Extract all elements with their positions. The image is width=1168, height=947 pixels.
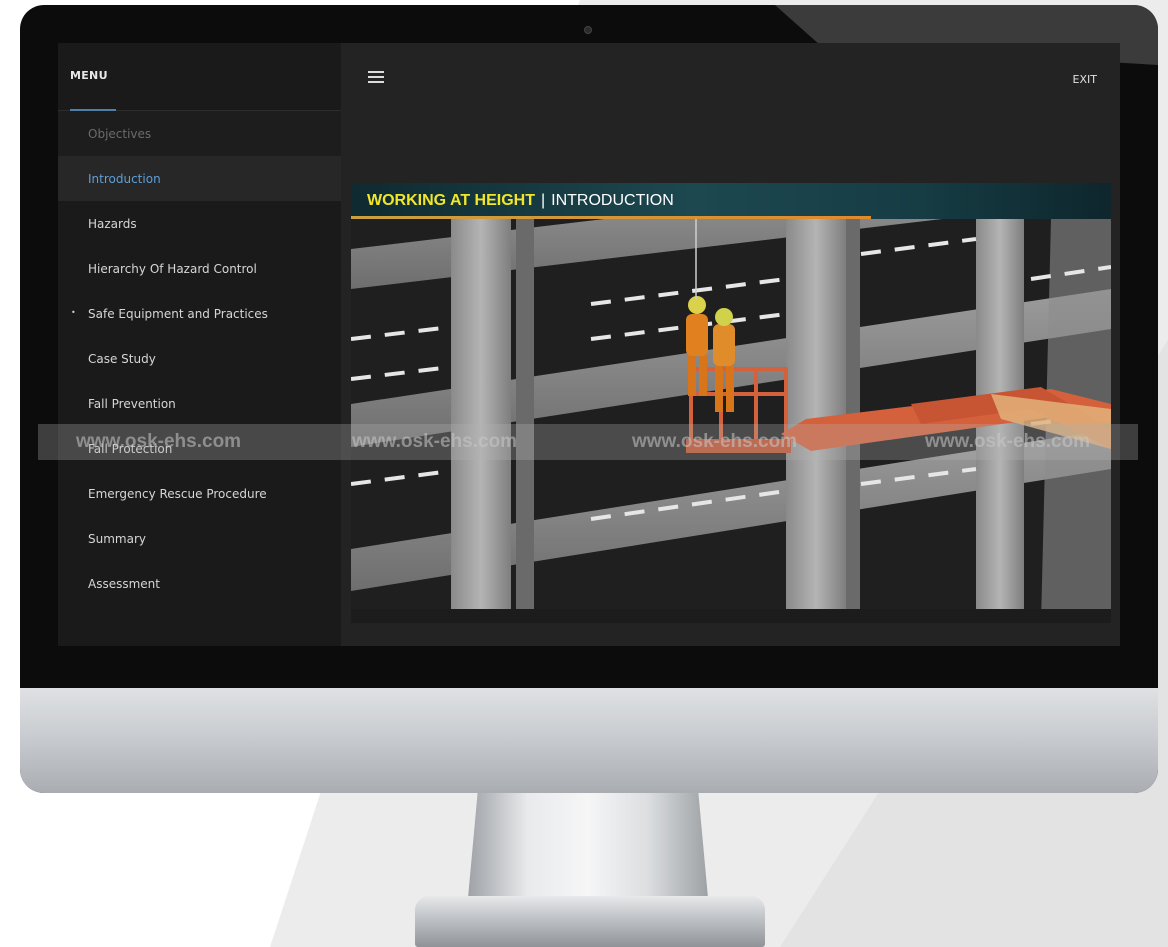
course-screen: MENU Objectives Introduction Hazards Hierar… bbox=[58, 43, 1120, 646]
menu-item-hierarchy-of-hazard-control[interactable]: Hierarchy Of Hazard Control bbox=[58, 246, 341, 291]
menu-item-safe-equipment-and-practices[interactable]: • Safe Equipment and Practices bbox=[58, 291, 341, 336]
menu-item-label: Hazards bbox=[88, 216, 137, 231]
menu-item-introduction[interactable]: Introduction bbox=[58, 156, 341, 201]
sidebar-menu: MENU Objectives Introduction Hazards Hierar… bbox=[58, 43, 341, 646]
menu-item-label: Objectives bbox=[88, 126, 152, 141]
menu-item-fall-prevention[interactable]: Fall Prevention bbox=[58, 381, 341, 426]
hamburger-icon[interactable] bbox=[368, 71, 384, 83]
menu-list: Objectives Introduction Hazards Hierarchy O… bbox=[58, 111, 341, 606]
menu-item-objectives[interactable]: Objectives bbox=[58, 111, 341, 156]
menu-item-label: Case Study bbox=[88, 351, 156, 366]
menu-item-emergency-rescue-procedure[interactable]: Emergency Rescue Procedure bbox=[58, 471, 341, 516]
menu-item-case-study[interactable]: Case Study bbox=[58, 336, 341, 381]
watermark-text: www.osk-ehs.com bbox=[76, 431, 242, 452]
monitor-stand-neck bbox=[468, 793, 708, 898]
menu-item-hazards[interactable]: Hazards bbox=[58, 201, 341, 246]
monitor-chin bbox=[20, 688, 1158, 793]
menu-title: MENU bbox=[70, 69, 108, 82]
watermark-text: www.osk-ehs.com bbox=[632, 431, 798, 452]
slide-title: WORKING AT HEIGHT | INTRODUCTION bbox=[367, 192, 674, 210]
slide-title-bar: WORKING AT HEIGHT | INTRODUCTION bbox=[351, 183, 1111, 219]
menu-item-assessment[interactable]: Assessment bbox=[58, 561, 341, 606]
menu-item-label: Safe Equipment and Practices bbox=[88, 306, 268, 321]
menu-item-label: Hierarchy Of Hazard Control bbox=[88, 261, 257, 276]
menu-item-label: Summary bbox=[88, 531, 146, 546]
exit-button[interactable]: EXIT bbox=[1073, 73, 1097, 86]
slide-title-sub: INTRODUCTION bbox=[551, 192, 674, 209]
menu-item-label: Introduction bbox=[88, 171, 161, 186]
slide-illustration bbox=[351, 219, 1111, 623]
webcam bbox=[584, 26, 592, 34]
slide-title-main: WORKING AT HEIGHT bbox=[367, 192, 535, 209]
submenu-bullet-icon: • bbox=[71, 308, 76, 317]
content-area: EXIT WORKING AT HEIGHT | INTRODUCTION bbox=[341, 43, 1120, 646]
title-separator: | bbox=[540, 192, 546, 209]
watermark-text: www.osk-ehs.com bbox=[352, 431, 518, 452]
building-with-aerial-lift bbox=[351, 219, 1111, 623]
monitor-stand-base bbox=[415, 896, 765, 947]
monitor: MENU Objectives Introduction Hazards Hierar… bbox=[20, 5, 1158, 793]
watermark-text: www.osk-ehs.com bbox=[925, 431, 1091, 452]
menu-item-label: Fall Prevention bbox=[88, 396, 176, 411]
menu-item-label: Assessment bbox=[88, 576, 160, 591]
menu-header: MENU bbox=[58, 43, 341, 111]
menu-item-summary[interactable]: Summary bbox=[58, 516, 341, 561]
menu-item-label: Emergency Rescue Procedure bbox=[88, 486, 267, 501]
